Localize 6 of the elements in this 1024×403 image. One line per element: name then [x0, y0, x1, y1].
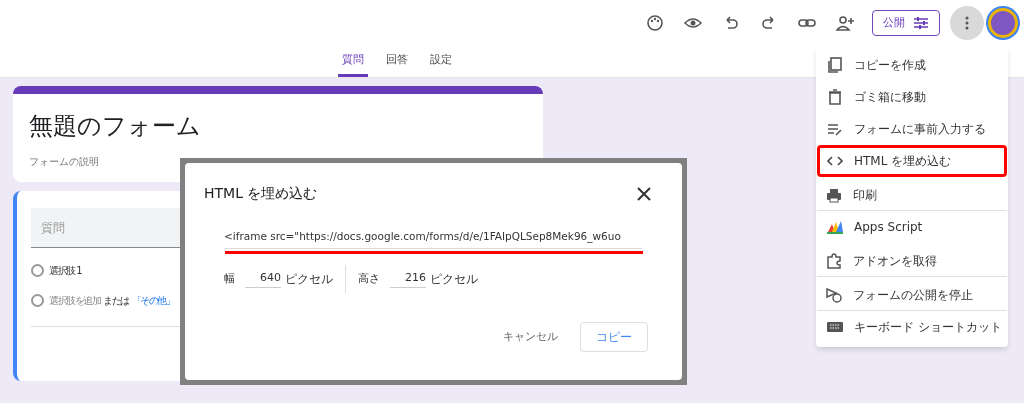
dialog-title: HTML を埋め込む — [204, 184, 318, 203]
or-text: または — [103, 294, 129, 308]
width-label: 幅 — [224, 270, 235, 287]
width-unit: ピクセル — [285, 270, 333, 288]
height-unit: ピクセル — [430, 270, 478, 288]
height-label: 高さ — [358, 270, 380, 287]
